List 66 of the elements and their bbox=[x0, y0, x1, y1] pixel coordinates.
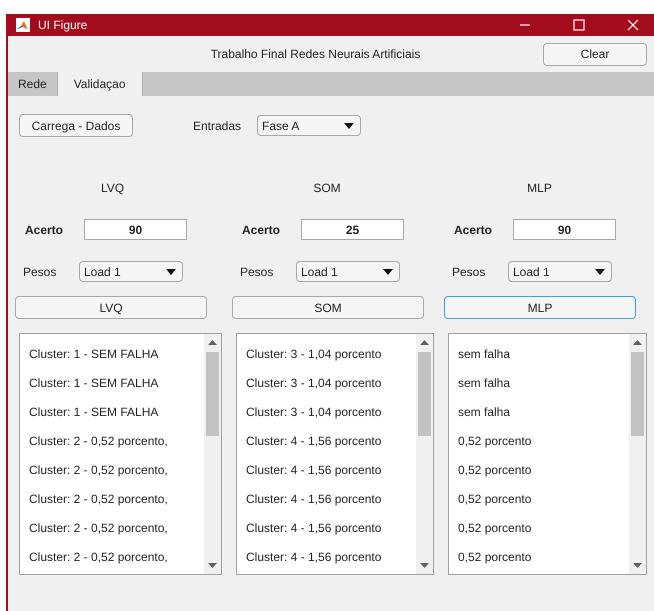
window-title: UI Figure bbox=[38, 18, 88, 32]
list-item[interactable]: 0,52 porcento bbox=[458, 549, 629, 566]
list-item[interactable]: Cluster: 3 - 1,04 porcento bbox=[246, 346, 416, 363]
weights-dropdown[interactable]: Load 1 bbox=[508, 261, 612, 282]
run-network-button[interactable]: MLP bbox=[444, 296, 636, 319]
scroll-down-icon[interactable] bbox=[208, 563, 217, 568]
network-title: LVQ bbox=[100, 181, 124, 197]
list-item[interactable]: 0,52 porcento bbox=[458, 433, 629, 450]
caret-icon bbox=[595, 268, 605, 274]
list-item[interactable]: Cluster: 2 - 0,52 porcento, bbox=[29, 433, 204, 450]
run-network-button[interactable]: LVQ bbox=[15, 296, 207, 319]
accuracy-field[interactable]: 90 bbox=[84, 219, 187, 240]
list-item[interactable]: Cluster: 1 - SEM FALHA bbox=[29, 375, 204, 392]
weights-dropdown[interactable]: Load 1 bbox=[79, 261, 183, 282]
list-item[interactable]: Cluster: 1 - SEM FALHA bbox=[29, 346, 204, 363]
list-item[interactable]: Cluster: 4 - 1,56 porcento bbox=[246, 491, 416, 508]
scroll-down-icon[interactable] bbox=[633, 563, 642, 568]
accuracy-label: Acerto bbox=[454, 222, 494, 236]
list-item[interactable]: Cluster: 3 - 1,04 porcento bbox=[246, 404, 416, 421]
weights-dropdown[interactable]: Load 1 bbox=[296, 261, 400, 282]
list-item[interactable]: Cluster: 4 - 1,56 porcento bbox=[246, 462, 416, 479]
list-item[interactable]: Cluster: 4 - 1,56 porcento bbox=[246, 433, 416, 450]
list-item[interactable]: sem falha bbox=[458, 346, 629, 363]
scroll-thumb[interactable] bbox=[206, 352, 219, 436]
scroll-up-icon[interactable] bbox=[420, 340, 429, 345]
network-title: SOM bbox=[313, 181, 341, 197]
weights-label: Pesos bbox=[452, 264, 486, 278]
list-item[interactable]: sem falha bbox=[458, 404, 629, 421]
list-item[interactable]: Cluster: 4 - 1,56 porcento bbox=[246, 549, 416, 566]
weights-label: Pesos bbox=[23, 264, 58, 278]
accuracy-label: Acerto bbox=[25, 222, 64, 236]
app-title: Trabalho Final Redes Neurais Artificiais bbox=[210, 47, 422, 61]
list-item[interactable]: Cluster: 2 - 0,52 porcento, bbox=[29, 520, 204, 537]
inputs-dropdown[interactable]: Fase A bbox=[257, 115, 362, 136]
list-item[interactable]: sem falha bbox=[458, 375, 629, 392]
accuracy-label: Acerto bbox=[242, 222, 282, 236]
tab[interactable]: Validaçao bbox=[58, 72, 143, 96]
list-item[interactable]: Cluster: 2 - 0,52 porcento, bbox=[29, 549, 204, 566]
list-item[interactable]: Cluster: 2 - 0,52 porcento, bbox=[29, 462, 204, 479]
scroll-up-icon[interactable] bbox=[633, 340, 642, 345]
scroll-thumb[interactable] bbox=[418, 352, 431, 436]
clear-button[interactable]: Clear bbox=[543, 42, 647, 66]
caret-icon bbox=[383, 268, 393, 274]
load-data-button[interactable]: Carrega - Dados bbox=[19, 114, 133, 137]
list-item[interactable]: Cluster: 4 - 1,56 porcento bbox=[246, 520, 416, 537]
run-network-button[interactable]: SOM bbox=[232, 296, 424, 319]
scroll-down-icon[interactable] bbox=[420, 563, 429, 568]
scrollbar[interactable] bbox=[416, 334, 433, 574]
scroll-up-icon[interactable] bbox=[208, 340, 217, 345]
scrollbar[interactable] bbox=[629, 334, 646, 574]
accuracy-field[interactable]: 25 bbox=[301, 219, 404, 240]
scroll-thumb[interactable] bbox=[631, 352, 644, 436]
caret-icon bbox=[166, 268, 176, 274]
app-icon bbox=[16, 18, 30, 32]
accuracy-field[interactable]: 90 bbox=[513, 219, 616, 240]
weights-label: Pesos bbox=[240, 264, 274, 278]
list-item[interactable]: Cluster: 2 - 0,52 porcento, bbox=[29, 491, 204, 508]
inputs-label: Entradas bbox=[192, 118, 242, 132]
caret-icon bbox=[344, 122, 354, 128]
scrollbar[interactable] bbox=[204, 334, 221, 574]
list-item[interactable]: 0,52 porcento bbox=[458, 462, 629, 479]
list-item[interactable]: 0,52 porcento bbox=[458, 520, 629, 537]
network-title: MLP bbox=[527, 181, 552, 197]
list-item[interactable]: Cluster: 1 - SEM FALHA bbox=[29, 404, 204, 421]
list-item[interactable]: 0,52 porcento bbox=[458, 491, 629, 508]
list-item[interactable]: Cluster: 3 - 1,04 porcento bbox=[246, 375, 416, 392]
